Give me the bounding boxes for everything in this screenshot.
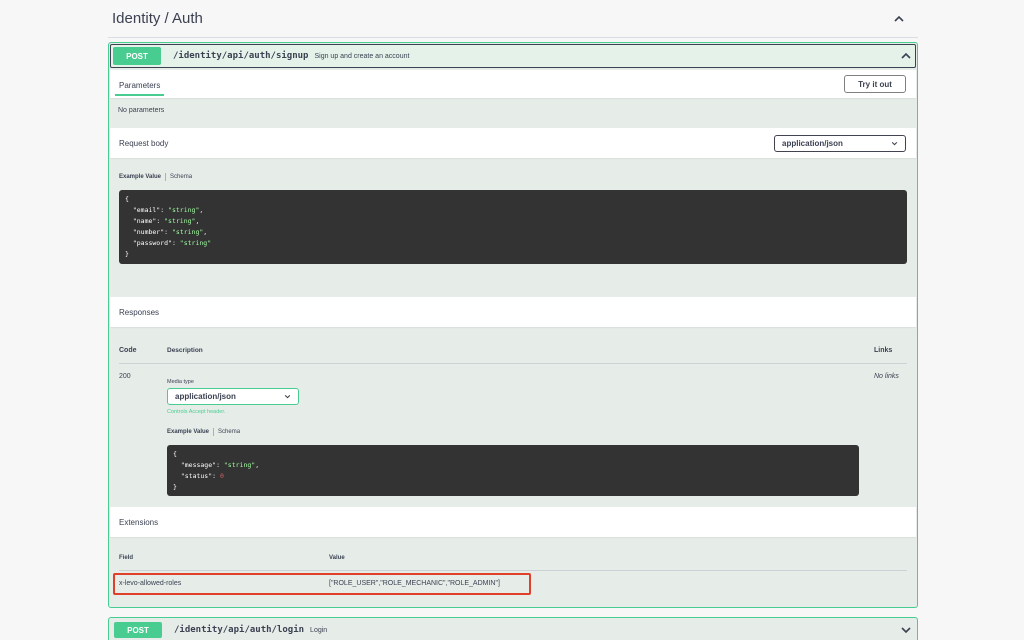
operation-login[interactable]: POST /identity/api/auth/login Login [108, 617, 918, 640]
request-body-bar: Request body application/json [110, 128, 916, 158]
tab-schema[interactable]: Schema [170, 174, 192, 180]
tab-example-value[interactable]: Example Value [119, 174, 161, 180]
code-brace: { [173, 450, 177, 458]
col-value: Value [329, 555, 345, 561]
col-links: Links [874, 347, 893, 354]
tag-title: Identity / Auth [112, 10, 203, 27]
col-description: Description [167, 347, 203, 354]
tag-header[interactable]: Identity / Auth [108, 0, 918, 38]
tab-separator [213, 428, 215, 436]
no-parameters-text: No parameters [118, 107, 165, 114]
chevron-down-icon [890, 139, 898, 147]
responses-bar: Responses [110, 297, 916, 327]
operation-description: Sign up and create an account [314, 52, 410, 60]
request-body-label: Request body [119, 138, 169, 148]
request-example-code: { "email": "string", "name": "string", "… [119, 190, 907, 264]
code-trail: , [195, 217, 200, 225]
request-content-type-select[interactable]: application/json [774, 134, 906, 152]
code-key: "name" [132, 217, 157, 225]
tab-separator [165, 173, 167, 181]
col-field: Field [119, 555, 134, 561]
extension-field-name: x-levo-allowed-roles [119, 580, 182, 587]
responses-label: Responses [119, 307, 160, 317]
chevron-down-icon[interactable] [899, 623, 913, 637]
request-content-type-value: application/json [782, 138, 843, 148]
code-trail: , [199, 206, 204, 214]
code-value: 0 [219, 472, 224, 480]
operation-signup: POST /identity/api/auth/signup Sign up a… [108, 42, 918, 608]
tab-schema[interactable]: Schema [218, 429, 240, 435]
no-links-text: No links [874, 373, 899, 380]
code-value: "string" [223, 461, 256, 469]
request-example-tabs: Example Value Schema [119, 173, 192, 181]
chevron-down-icon [283, 393, 291, 401]
code-brace: } [173, 483, 177, 491]
response-media-type-value: application/json [175, 392, 236, 401]
code-key: "password" [132, 239, 172, 247]
tab-parameters[interactable]: Parameters [115, 81, 165, 96]
code-brace: } [125, 250, 129, 258]
response-example-code: { "message": "string", "status": 0 } [167, 445, 859, 496]
code-value: "string" [179, 239, 212, 247]
response-code-200: 200 [119, 373, 131, 380]
chevron-up-icon[interactable] [892, 12, 906, 26]
extension-field-value: ["ROLE_USER","ROLE_MECHANIC","ROLE_ADMIN… [329, 580, 500, 587]
response-example-tabs: Example Value Schema [167, 428, 240, 436]
response-media-type-select[interactable]: application/json [167, 388, 299, 405]
code-value: "string" [171, 228, 204, 236]
extensions-bar: Extensions [110, 507, 916, 537]
table-divider [119, 363, 907, 364]
operation-path: /identity/api/auth/login [174, 625, 305, 635]
code-value: "string" [168, 206, 200, 214]
code-trail: , [203, 228, 208, 236]
media-type-label: Media type [167, 379, 194, 385]
code-brace: { [125, 195, 129, 203]
method-badge: POST [113, 47, 161, 65]
code-key: "email" [132, 206, 161, 214]
extensions-label: Extensions [119, 517, 159, 527]
table-divider [119, 570, 907, 571]
operation-description: Login [310, 626, 328, 634]
col-code: Code [119, 347, 137, 354]
code-key: "message" [180, 461, 217, 469]
code-key: "status" [180, 472, 213, 480]
controls-accept-header-text: Controls Accept header. [167, 409, 226, 415]
operation-summary-signup[interactable]: POST /identity/api/auth/signup Sign up a… [110, 44, 916, 68]
try-it-out-button[interactable]: Try it out [844, 75, 906, 93]
code-value: "string" [164, 217, 196, 225]
method-badge: POST [114, 622, 162, 638]
tab-example-value[interactable]: Example Value [167, 429, 209, 435]
operation-path: /identity/api/auth/signup [173, 51, 309, 61]
chevron-up-icon[interactable] [899, 49, 913, 63]
parameters-bar: Parameters Try it out [110, 70, 916, 98]
code-key: "number" [132, 228, 165, 236]
